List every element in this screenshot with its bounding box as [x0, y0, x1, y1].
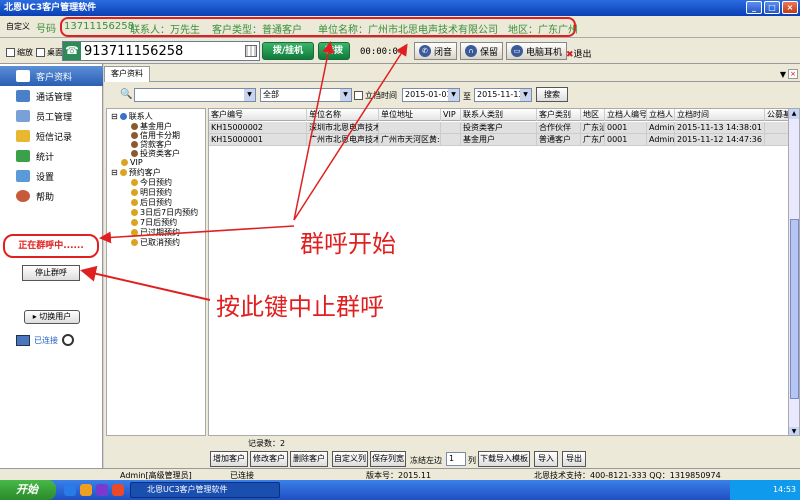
annotation-stop-hint: 按此键中止群呼: [216, 293, 384, 321]
annotation-arrows: [80, 41, 408, 301]
arrow-to-transfer: [293, 43, 408, 221]
arrow-to-info-bar: [293, 41, 335, 221]
annotation-group-call-start: 群呼开始: [300, 230, 396, 258]
arrow-to-stop-button: [80, 265, 211, 301]
arrow-to-calling-status: [99, 225, 295, 244]
